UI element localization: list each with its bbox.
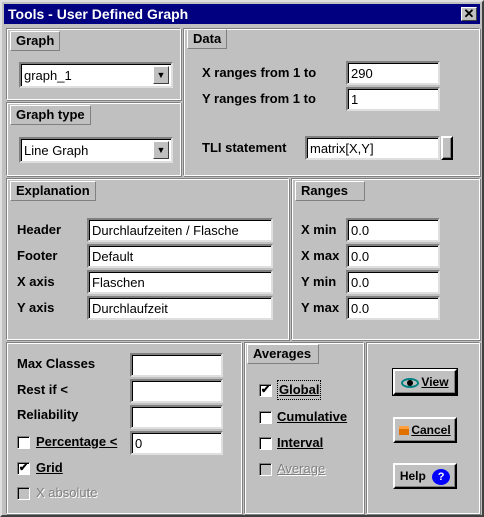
x-range-label: X ranges from 1 to: [202, 65, 317, 80]
max-classes-label: Max Classes: [17, 356, 96, 371]
global-checkbox[interactable]: ✔: [259, 384, 272, 397]
x-absolute-label: X absolute: [36, 485, 98, 500]
graph-panel: Graph graph_1 ▼: [6, 28, 181, 100]
ranges-panel-title: Ranges: [295, 181, 365, 201]
reliability-label: Reliability: [17, 407, 79, 422]
y-min-label: Y min: [301, 274, 337, 289]
view-button[interactable]: View: [392, 368, 458, 396]
chevron-down-icon[interactable]: ▼: [153, 66, 169, 84]
ranges-panel: Ranges X min 0.0 X max 0.0 Y min 0.0 Y m…: [291, 178, 480, 340]
averages-panel-title: Averages: [247, 344, 319, 364]
max-classes-input[interactable]: [130, 353, 223, 377]
cumulative-label: Cumulative: [277, 409, 348, 424]
cancel-icon: [399, 426, 410, 436]
x-axis-label: X axis: [17, 274, 55, 289]
cumulative-checkbox[interactable]: [259, 411, 272, 424]
window-title: Tools - User Defined Graph: [8, 6, 189, 22]
x-max-input[interactable]: 0.0: [346, 244, 440, 268]
grid-checkbox[interactable]: ✔: [17, 462, 30, 475]
cancel-button[interactable]: Cancel: [393, 417, 457, 443]
close-icon[interactable]: ✕: [461, 7, 477, 21]
question-icon: ?: [432, 468, 451, 485]
global-label: Global: [277, 380, 322, 400]
buttons-panel: View Cancel Help ?: [366, 342, 480, 514]
interval-label: Interval: [277, 435, 324, 450]
y-min-input[interactable]: 0.0: [346, 270, 440, 294]
y-max-label: Y max: [301, 300, 340, 315]
help-button-label: Help: [399, 469, 426, 483]
tli-edit-button[interactable]: [441, 136, 453, 160]
graph-type-panel: Graph type Line Graph ▼: [6, 102, 181, 176]
interval-checkbox[interactable]: [259, 437, 272, 450]
percentage-input[interactable]: 0: [130, 431, 223, 455]
dialog-window: Tools - User Defined Graph ✕ Graph graph…: [0, 0, 484, 517]
rest-input[interactable]: [130, 379, 223, 403]
help-button[interactable]: Help ?: [393, 463, 457, 489]
y-axis-label: Y axis: [17, 300, 55, 315]
averages-panel: Averages ✔ Global Cumulative Interval Av…: [244, 342, 364, 514]
x-max-label: X max: [301, 248, 340, 263]
graph-select[interactable]: graph_1 ▼: [19, 62, 173, 88]
footer-label: Footer: [17, 248, 58, 263]
explanation-panel: Explanation Header Durchlaufzeiten / Fla…: [6, 178, 289, 340]
footer-input[interactable]: Default: [87, 244, 273, 268]
tli-input[interactable]: matrix[X,Y]: [305, 136, 440, 160]
cancel-button-label: Cancel: [411, 423, 451, 437]
x-absolute-checkbox: [17, 487, 30, 500]
graph-panel-title: Graph: [10, 31, 61, 51]
y-range-label: Y ranges from 1 to: [202, 91, 316, 106]
eye-icon: [401, 377, 420, 388]
average-label: Average: [277, 461, 326, 476]
x-axis-input[interactable]: Flaschen: [87, 270, 273, 294]
y-axis-input[interactable]: Durchlaufzeit: [87, 296, 273, 320]
graph-type-select[interactable]: Line Graph ▼: [19, 137, 173, 163]
graph-select-value: graph_1: [24, 68, 72, 83]
grid-label: Grid: [36, 460, 63, 475]
view-button-label: View: [421, 375, 449, 389]
x-range-input[interactable]: 290: [346, 61, 440, 85]
header-input[interactable]: Durchlaufzeiten / Flasche: [87, 218, 273, 242]
rest-label: Rest if <: [17, 382, 68, 397]
header-label: Header: [17, 222, 62, 237]
options-panel: Max Classes Rest if < Reliability Percen…: [6, 342, 242, 514]
average-checkbox: [259, 463, 272, 476]
graph-type-panel-title: Graph type: [10, 105, 91, 125]
reliability-input[interactable]: [130, 405, 223, 429]
data-panel: Data X ranges from 1 to 290 Y ranges fro…: [183, 28, 480, 176]
x-min-input[interactable]: 0.0: [346, 218, 440, 242]
tli-label: TLI statement: [202, 140, 287, 155]
data-panel-title: Data: [187, 29, 228, 49]
y-max-input[interactable]: 0.0: [346, 296, 440, 320]
title-bar[interactable]: Tools - User Defined Graph ✕: [4, 4, 480, 24]
percentage-label: Percentage <: [36, 434, 118, 449]
percentage-checkbox[interactable]: [17, 436, 30, 449]
explanation-panel-title: Explanation: [10, 181, 96, 201]
y-range-input[interactable]: 1: [346, 87, 440, 111]
x-min-label: X min: [301, 222, 337, 237]
graph-type-select-value: Line Graph: [24, 143, 89, 158]
chevron-down-icon[interactable]: ▼: [153, 141, 169, 159]
